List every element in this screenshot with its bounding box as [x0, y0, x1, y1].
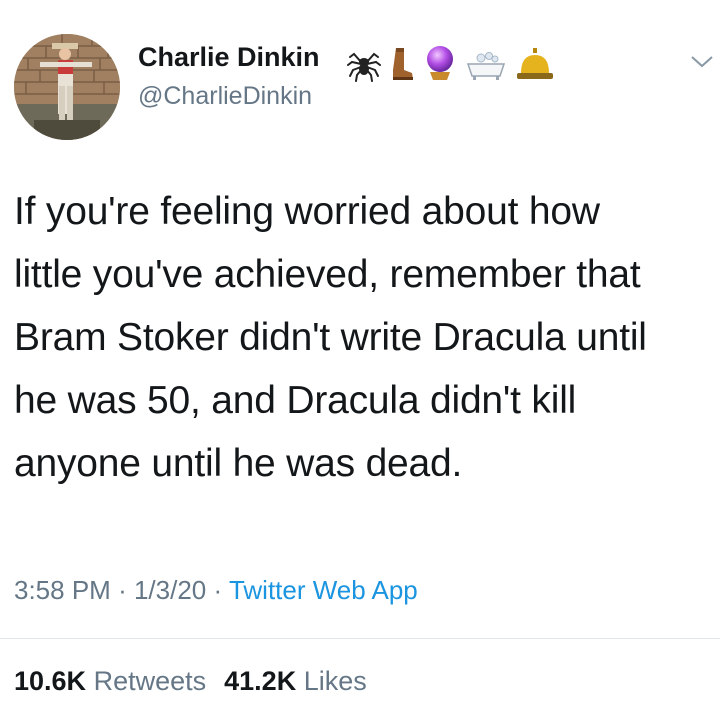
user-handle[interactable]: @CharlieDinkin [138, 82, 312, 111]
crystal-ball-emoji-icon [427, 46, 453, 80]
avatar[interactable] [14, 34, 120, 140]
display-name[interactable]: Charlie Dinkin [138, 42, 320, 73]
boot-emoji-icon [393, 48, 413, 80]
chevron-down-icon[interactable] [690, 52, 714, 70]
name-emojis [347, 36, 555, 82]
separator: · [118, 575, 127, 605]
tweet-text-line: little you've achieved, remember that [14, 253, 641, 296]
tweet-card: Charlie Dinkin @CharlieDinkin If you're … [0, 0, 720, 720]
tweet-time[interactable]: 3:58 PM [14, 575, 111, 605]
spider-emoji-icon [347, 52, 381, 82]
likes-label: Likes [303, 666, 367, 696]
separator: · [213, 575, 223, 605]
tweet-text-line: Bram Stoker didn't write Dracula until [14, 316, 647, 359]
tweet-stats: 10.6K Retweets 41.2K Likes [14, 666, 367, 697]
likes-count: 41.2K [224, 666, 297, 696]
tweet-text-line: he was 50, and Dracula didn't kill [14, 379, 577, 422]
tweet-text-line: If you're feeling worried about how [14, 190, 600, 233]
tweet-text-line: anyone until he was dead. [14, 442, 463, 485]
bellhop-bell-emoji-icon [517, 48, 553, 79]
tweet-text: If you're feeling worried about how litt… [14, 180, 714, 495]
divider [0, 638, 720, 639]
tweet-source-link[interactable]: Twitter Web App [229, 575, 418, 605]
retweets-label: Retweets [93, 666, 207, 696]
tweet-date[interactable]: 1/3/20 [134, 575, 206, 605]
retweets-count: 10.6K [14, 666, 87, 696]
bathtub-emoji-icon [466, 52, 506, 80]
likes-stat[interactable]: 41.2K Likes [224, 666, 367, 696]
tweet-metadata: 3:58 PM · 1/3/20 · Twitter Web App [14, 575, 418, 606]
retweets-stat[interactable]: 10.6K Retweets [14, 666, 206, 696]
